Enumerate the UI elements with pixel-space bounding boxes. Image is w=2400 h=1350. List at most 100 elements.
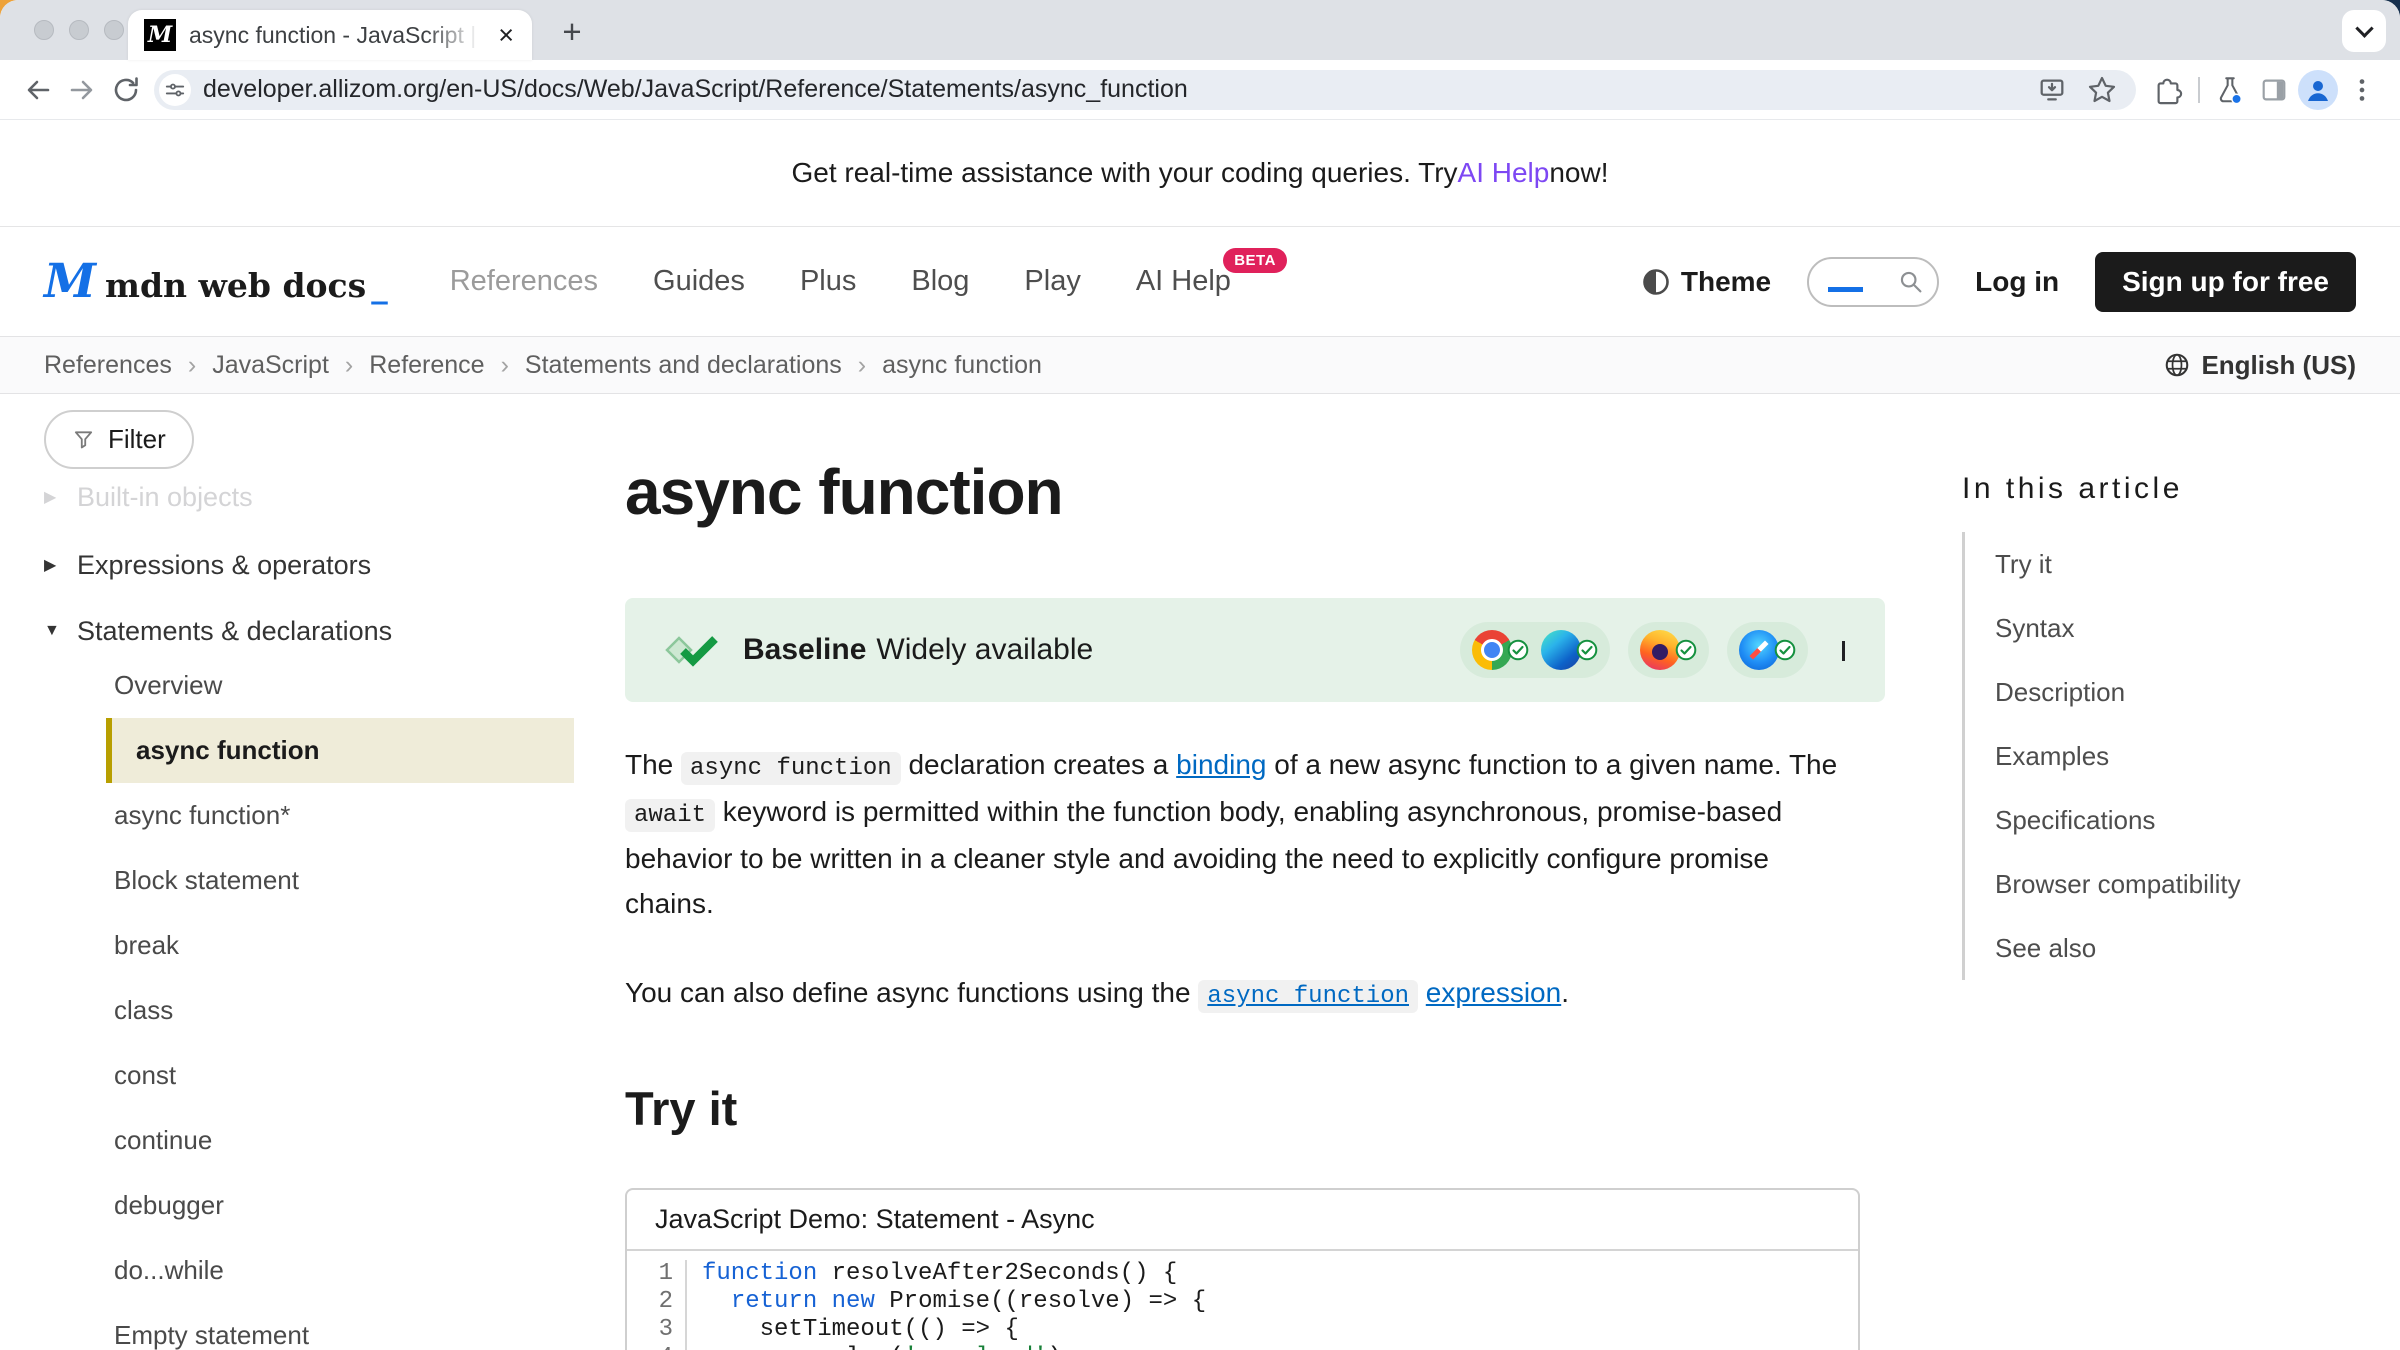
install-app-icon[interactable]	[2030, 68, 2074, 112]
extensions-puzzle-icon[interactable]	[2146, 68, 2190, 112]
sidebar-item[interactable]: Overview	[44, 653, 574, 718]
try-it-heading: Try it	[625, 1081, 1885, 1136]
theme-half-circle-icon	[1641, 267, 1671, 297]
breadcrumb-item[interactable]: References	[44, 351, 172, 380]
edge-support	[1541, 630, 1598, 670]
nav-item-label: Play	[1024, 265, 1080, 297]
sidebar-item[interactable]: class	[44, 978, 574, 1043]
browser-tab[interactable]: M async function - JavaScript | MDN ×	[128, 10, 532, 60]
address-bar[interactable]: developer.allizom.org/en-US/docs/Web/Jav…	[154, 70, 2136, 110]
browser-menu-kebab-icon[interactable]	[2340, 68, 2384, 112]
nav-item[interactable]: Guides	[653, 265, 745, 298]
url-text[interactable]: developer.allizom.org/en-US/docs/Web/Jav…	[203, 75, 2030, 104]
sidebar-section-label: Statements & declarations	[77, 616, 392, 647]
toc-item[interactable]: Specifications	[1995, 788, 2372, 852]
new-tab-button[interactable]: +	[552, 12, 592, 52]
code-line: 1function resolveAfter2Seconds() {	[627, 1260, 1858, 1288]
theme-toggle[interactable]: Theme	[1641, 266, 1771, 298]
toc-item[interactable]: See also	[1995, 916, 2372, 980]
article: async function BaselineWidely available	[625, 394, 1885, 1350]
nav-item-label: AI Help	[1136, 265, 1231, 297]
check-badge-icon	[1576, 639, 1598, 661]
mdn-favicon: M	[144, 19, 176, 51]
toc-item[interactable]: Try it	[1995, 532, 2372, 596]
nav-item[interactable]: AI Help BETA	[1136, 265, 1231, 298]
nav-item[interactable]: Blog	[911, 265, 969, 298]
nav-item-label: Plus	[800, 265, 856, 297]
sidebar-item[interactable]: break	[44, 913, 574, 978]
interactive-demo: JavaScript Demo: Statement - Async 1func…	[625, 1188, 1860, 1350]
sidebar-item-label: Overview	[114, 670, 222, 701]
sidebar-item[interactable]: const	[44, 1043, 574, 1108]
nav-item[interactable]: Play	[1024, 265, 1080, 298]
breadcrumb: References JavaScriptReferenceStatements …	[44, 351, 1042, 380]
mdn-logo-underscore: _	[371, 266, 388, 305]
reload-button[interactable]	[104, 68, 148, 112]
side-panel-icon[interactable]	[2252, 68, 2296, 112]
experiments-flask-icon[interactable]	[2208, 68, 2252, 112]
sidebar-item[interactable]: async function*	[44, 783, 574, 848]
sidebar-item-label: async function	[136, 735, 319, 766]
window-close-button[interactable]	[34, 20, 54, 40]
filter-button[interactable]: Filter	[44, 410, 194, 469]
baseline-availability: Widely available	[876, 633, 1093, 666]
firefox-support	[1640, 630, 1697, 670]
search-input[interactable]	[1807, 257, 1939, 307]
check-badge-icon	[1774, 639, 1796, 661]
login-link[interactable]: Log in	[1975, 266, 2059, 298]
line-number: 3	[627, 1316, 673, 1344]
toc-item[interactable]: Examples	[1995, 724, 2372, 788]
locale-label: English (US)	[2201, 350, 2356, 381]
sidebar-item[interactable]: continue	[44, 1108, 574, 1173]
tab-search-button[interactable]	[2342, 10, 2386, 52]
signup-button[interactable]: Sign up for free	[2095, 252, 2356, 312]
breadcrumb-item[interactable]: Reference	[329, 351, 485, 380]
toc-item[interactable]: Syntax	[1995, 596, 2372, 660]
sidebar-item[interactable]: Empty statement	[44, 1303, 574, 1350]
baseline-banner: BaselineWidely available	[625, 598, 1885, 702]
breadcrumb-item[interactable]: JavaScript	[172, 351, 329, 380]
chevron-down-icon	[1842, 641, 1845, 661]
demo-title: JavaScript Demo: Statement - Async	[627, 1190, 1858, 1251]
inline-link[interactable]: expression	[1426, 977, 1561, 1008]
avatar	[2298, 70, 2338, 110]
bookmark-star-icon[interactable]	[2080, 68, 2124, 112]
funnel-icon	[72, 428, 95, 451]
forward-button[interactable]	[60, 68, 104, 112]
sidebar-item[interactable]: debugger	[44, 1173, 574, 1238]
toc-item-label: Browser compatibility	[1995, 869, 2241, 900]
baseline-expand-button[interactable]	[1836, 635, 1851, 665]
promo-ai-help-link[interactable]: AI Help	[1458, 157, 1550, 189]
breadcrumb-item[interactable]: Statements and declarations	[485, 351, 842, 380]
mdn-logo[interactable]: M mdn web docs _	[44, 254, 388, 309]
chrome-icon	[1472, 630, 1512, 670]
window-controls	[34, 0, 124, 60]
inline-link[interactable]: binding	[1176, 749, 1266, 780]
sidebar-item-label: const	[114, 1060, 176, 1091]
breadcrumb-item[interactable]: async function	[842, 351, 1042, 380]
code-editor[interactable]: 1function resolveAfter2Seconds() {2 retu…	[627, 1251, 1858, 1350]
profile-avatar[interactable]	[2296, 68, 2340, 112]
toc-item[interactable]: Browser compatibility	[1995, 852, 2372, 916]
tab-close-button[interactable]: ×	[492, 20, 520, 51]
nav-item[interactable]: Plus	[800, 265, 856, 298]
sidebar-item[interactable]: Block statement	[44, 848, 574, 913]
inline-code: async function	[681, 752, 901, 785]
inline-code-link[interactable]: async function	[1198, 977, 1418, 1008]
sidebar-section-statements-declarations[interactable]: ▼ Statements & declarations	[44, 609, 574, 653]
breadcrumb-label: JavaScript	[212, 351, 329, 379]
sidebar-section-expressions-operators[interactable]: ▶ Expressions & operators	[44, 543, 574, 587]
sidebar-item[interactable]: do...while	[44, 1238, 574, 1303]
check-badge-icon	[1507, 639, 1529, 661]
toc-item[interactable]: Description	[1995, 660, 2372, 724]
sidebar-section-built-in-objects[interactable]: ▶ Built-in objects	[44, 475, 574, 519]
window-minimize-button[interactable]	[69, 20, 89, 40]
nav-item[interactable]: References	[450, 265, 598, 298]
window-zoom-button[interactable]	[104, 20, 124, 40]
site-settings-icon[interactable]	[159, 74, 191, 106]
collapsed-arrow-icon: ▶	[44, 487, 64, 507]
language-switcher[interactable]: English (US)	[2163, 350, 2356, 381]
sidebar-item[interactable]: async function	[106, 718, 574, 783]
breadcrumb-label: References	[44, 351, 172, 379]
back-button[interactable]	[16, 68, 60, 112]
